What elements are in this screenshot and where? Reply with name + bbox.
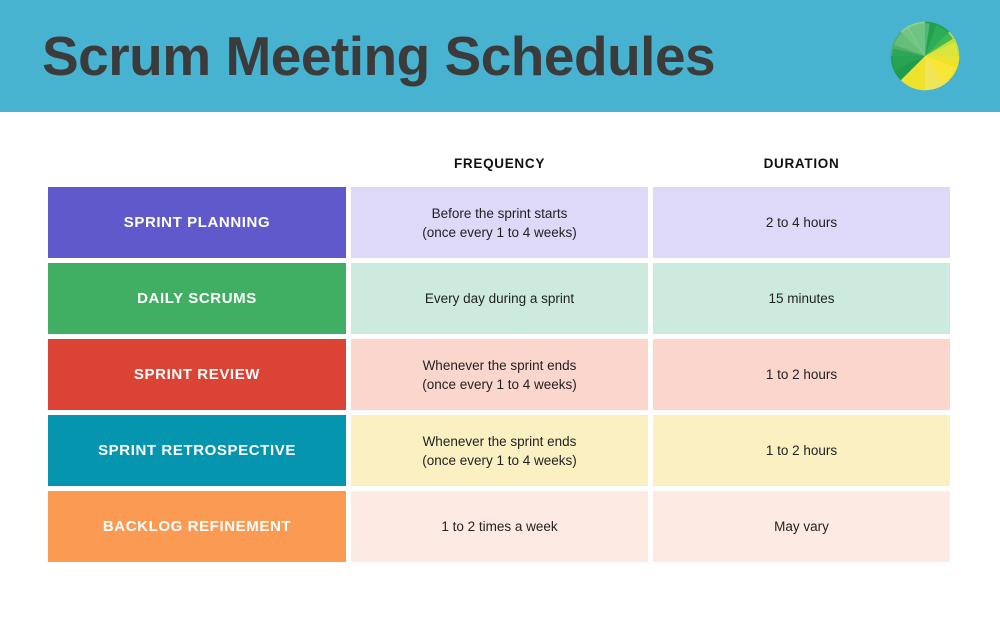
frequency-cell-backlog-refinement: 1 to 2 times a week — [351, 491, 648, 562]
frequency-cell-sprint-planning: Before the sprint starts (once every 1 t… — [351, 187, 648, 258]
duration-cell-backlog-refinement: May vary — [653, 491, 950, 562]
poster-canvas: Scrum Meeting Schedules FREQUENCY DURATI… — [0, 0, 1000, 625]
duration-cell-daily-scrums: 15 minutes — [653, 263, 950, 334]
column-header-duration: DURATION — [763, 156, 840, 171]
meeting-label-daily-scrums: DAILY SCRUMS — [48, 263, 346, 334]
schedule-table: SPRINT PLANNING Before the sprint starts… — [48, 187, 951, 562]
table-row: SPRINT RETROSPECTIVE Whenever the sprint… — [48, 415, 951, 486]
frequency-cell-sprint-review: Whenever the sprint ends (once every 1 t… — [351, 339, 648, 410]
frequency-line-1: Whenever the sprint ends — [422, 357, 577, 373]
frequency-line-1: Before the sprint starts — [431, 205, 568, 221]
meeting-label-backlog-refinement: BACKLOG REFINEMENT — [48, 491, 346, 562]
frequency-line-1: Every day during a sprint — [424, 291, 575, 306]
column-header-spacer — [48, 152, 346, 176]
duration-cell-sprint-retrospective: 1 to 2 hours — [653, 415, 950, 486]
frequency-line-2: (once every 1 to 4 weeks) — [422, 452, 577, 468]
frequency-line-1: 1 to 2 times a week — [441, 519, 558, 534]
meeting-label-sprint-planning: SPRINT PLANNING — [48, 187, 346, 258]
column-header-frequency: FREQUENCY — [453, 156, 546, 171]
pinwheel-flower-logo — [886, 17, 964, 95]
frequency-line-2: (once every 1 to 4 weeks) — [422, 224, 577, 240]
frequency-cell-sprint-retrospective: Whenever the sprint ends (once every 1 t… — [351, 415, 648, 486]
column-headers: FREQUENCY DURATION — [48, 152, 951, 176]
frequency-cell-daily-scrums: Every day during a sprint — [351, 263, 648, 334]
table-row: SPRINT PLANNING Before the sprint starts… — [48, 187, 951, 258]
frequency-line-1: Whenever the sprint ends — [422, 433, 577, 449]
duration-cell-sprint-review: 1 to 2 hours — [653, 339, 950, 410]
meeting-label-sprint-retrospective: SPRINT RETROSPECTIVE — [48, 415, 346, 486]
meeting-label-sprint-review: SPRINT REVIEW — [48, 339, 346, 410]
table-row: SPRINT REVIEW Whenever the sprint ends (… — [48, 339, 951, 410]
header-band: Scrum Meeting Schedules — [0, 0, 1000, 112]
table-row: BACKLOG REFINEMENT 1 to 2 times a week M… — [48, 491, 951, 562]
page-title: Scrum Meeting Schedules — [42, 25, 716, 87]
frequency-line-2: (once every 1 to 4 weeks) — [422, 376, 577, 392]
table-row: DAILY SCRUMS Every day during a sprint 1… — [48, 263, 951, 334]
duration-cell-sprint-planning: 2 to 4 hours — [653, 187, 950, 258]
